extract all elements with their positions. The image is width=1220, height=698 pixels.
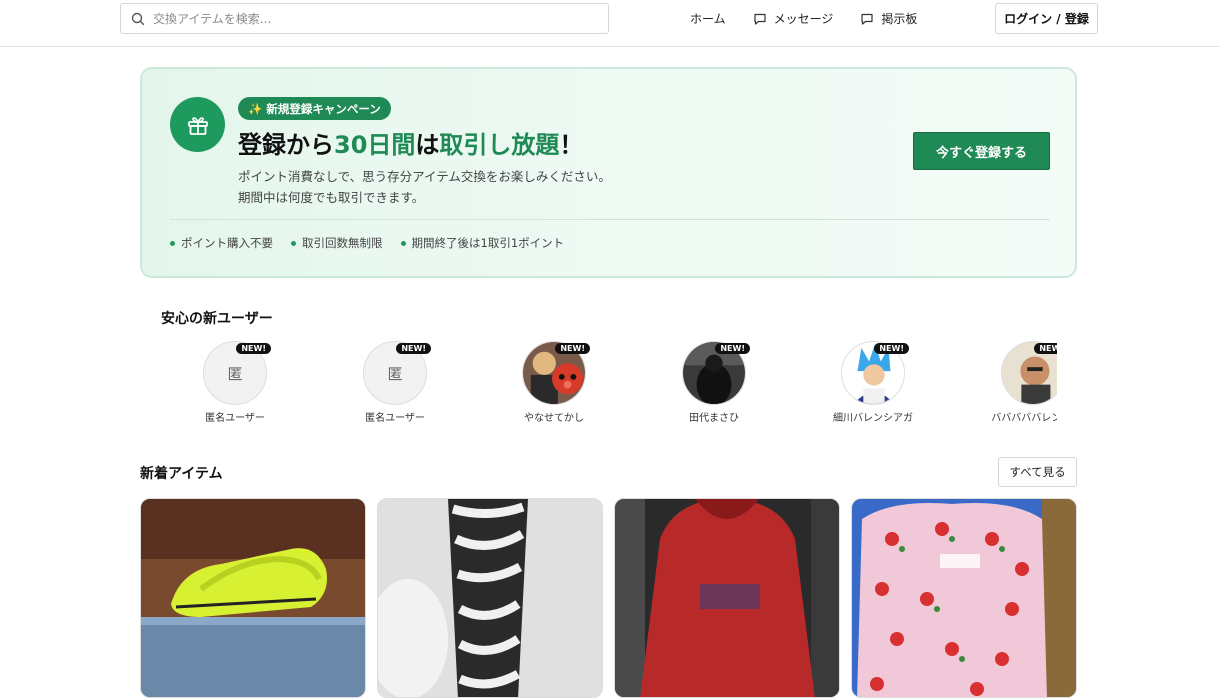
nav-messages-label: メッセージ [773,12,834,26]
user-name: 匿名ユーザー [205,413,265,424]
new-users-heading: 安心の新ユーザー [161,311,273,327]
bullet-dot-icon [400,240,406,246]
bullet-dot-icon [170,240,175,246]
new-badge: NEW! [874,343,909,354]
campaign-title-part-3: ！ [559,131,584,159]
item-card[interactable] [614,498,840,698]
user-name: バババババレンス- [991,413,1057,424]
user-name: 細川バレンシアガ [833,413,913,424]
header: ホーム メッセージ 掲示板 ログイン / 登録 [0,0,1220,47]
user-card[interactable]: NEW! やなせてかし [479,341,629,424]
nav-messages[interactable]: メッセージ [753,10,834,27]
campaign-badge: ✨ 新規登録キャンペーン [238,97,391,120]
feature-label: ポイント購入不要 [181,236,273,250]
campaign-features: ポイント購入不要 取引回数無制限 期間終了後は1取引1ポイント [170,235,582,251]
campaign-title-highlight-unlimited: 取引し放題 [439,131,560,159]
item-image [378,499,602,697]
new-items-heading: 新着アイテム [140,466,223,482]
new-badge: NEW! [396,343,431,354]
campaign-title-part-2: は [415,131,440,159]
campaign-desc-line-2: 期間中は何度でも取引できます。 [238,190,425,205]
item-image [852,499,1076,697]
campaign-divider [170,219,1050,220]
search-input[interactable] [153,11,593,26]
campaign-banner: ✨ 新規登録キャンペーン 登録から30日間は取引し放題！ ポイント消費なしで、思… [140,67,1077,278]
new-users-carousel[interactable]: 匿 NEW! 匿名ユーザー 匿 NEW! 匿名ユーザー NEW! やなせてかし NE… [160,341,1057,431]
feature-label: 期間終了後は1取引1ポイント [411,236,565,250]
register-now-button[interactable]: 今すぐ登録する [913,132,1050,170]
new-badge: NEW! [236,343,271,354]
new-badge: NEW! [715,343,750,354]
feature-item: 期間終了後は1取引1ポイント [400,235,565,251]
campaign-desc-line-1: ポイント消費なしで、思う存分アイテム交換をお楽しみください。 [238,169,611,184]
search-icon [131,12,145,25]
campaign-title-highlight-days: 30日間 [334,131,416,159]
gift-icon [170,97,225,152]
user-card[interactable]: 匿 NEW! 匿名ユーザー [160,341,310,424]
item-image [141,499,365,697]
bullet-dot-icon [291,240,296,246]
new-badge: NEW! [555,343,590,354]
message-icon [754,13,766,25]
campaign-description: ポイント消費なしで、思う存分アイテム交換をお楽しみください。 期間中は何度でも取… [238,166,611,208]
feature-item: ポイント購入不要 [170,235,273,251]
search-bar[interactable] [120,3,609,34]
user-name: 田代まさひ [689,413,739,424]
new-badge: NEW! [1034,343,1057,354]
campaign-title-part-1: 登録から [238,131,334,159]
feature-item: 取引回数無制限 [291,235,383,251]
login-button[interactable]: ログイン / 登録 [995,3,1098,34]
item-card[interactable] [140,498,366,698]
see-all-button[interactable]: すべて見る [998,457,1077,487]
item-image [615,499,839,697]
user-card[interactable]: NEW! バババババレンス- [958,341,1057,424]
nav-board[interactable]: 掲示板 [860,10,917,27]
item-card[interactable] [377,498,603,698]
user-name: やなせてかし [524,413,584,424]
nav-home-label: ホーム [690,12,726,26]
user-name: 匿名ユーザー [365,413,425,424]
user-card[interactable]: 匿 NEW! 匿名ユーザー [320,341,470,424]
nav-home[interactable]: ホーム [690,10,726,27]
board-icon [861,13,874,25]
feature-label: 取引回数無制限 [302,236,383,250]
user-card[interactable]: NEW! 細川バレンシアガ [798,341,948,424]
item-card[interactable] [851,498,1077,698]
user-card[interactable]: NEW! 田代まさひ [639,341,789,424]
nav-board-label: 掲示板 [881,12,918,26]
campaign-title: 登録から30日間は取引し放題！ [238,125,583,160]
main-nav: ホーム メッセージ 掲示板 [690,10,944,27]
